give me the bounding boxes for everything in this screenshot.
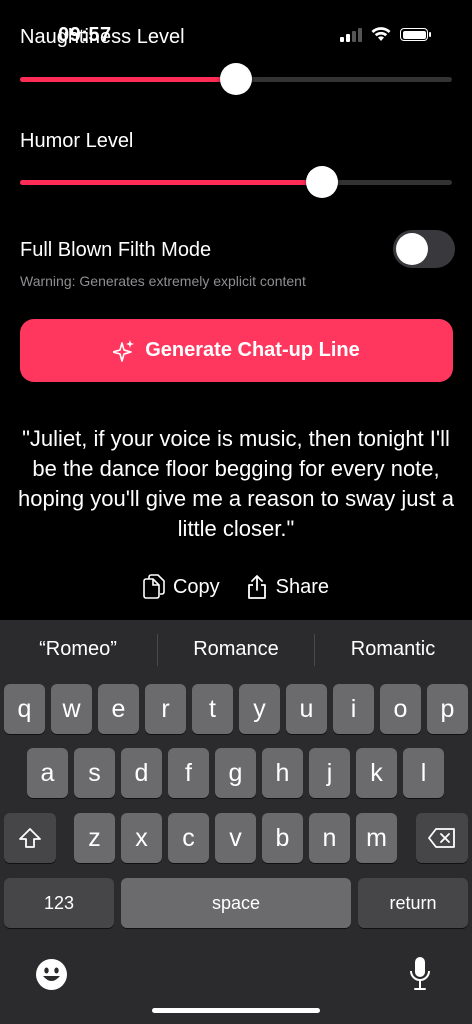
emoji-icon[interactable] bbox=[35, 958, 68, 991]
microphone-icon[interactable] bbox=[408, 956, 432, 992]
humor-slider[interactable] bbox=[20, 166, 452, 198]
key-s[interactable]: s bbox=[74, 748, 115, 798]
space-key[interactable]: space bbox=[121, 878, 351, 928]
filth-mode-warning: Warning: Generates extremely explicit co… bbox=[20, 273, 306, 289]
key-i[interactable]: i bbox=[333, 684, 374, 734]
share-button[interactable]: Share bbox=[246, 574, 329, 600]
wifi-icon bbox=[371, 27, 391, 41]
key-c[interactable]: c bbox=[168, 813, 209, 863]
key-z[interactable]: z bbox=[74, 813, 115, 863]
generate-button[interactable]: Generate Chat-up Line bbox=[20, 319, 453, 382]
filth-mode-label: Full Blown Filth Mode bbox=[20, 239, 212, 261]
battery-icon bbox=[400, 28, 431, 41]
home-indicator bbox=[152, 1008, 320, 1013]
key-y[interactable]: y bbox=[239, 684, 280, 734]
key-o[interactable]: o bbox=[380, 684, 421, 734]
key-u[interactable]: u bbox=[286, 684, 327, 734]
filth-mode-toggle[interactable] bbox=[393, 230, 455, 268]
humor-label: Humor Level bbox=[20, 130, 134, 152]
shift-key[interactable] bbox=[4, 813, 56, 863]
delete-key[interactable] bbox=[416, 813, 468, 863]
sparkles-icon bbox=[113, 339, 135, 362]
return-key[interactable]: return bbox=[358, 878, 468, 928]
suggestion-2[interactable]: Romance bbox=[158, 638, 314, 661]
suggestion-3[interactable]: Romantic bbox=[315, 638, 471, 661]
key-e[interactable]: e bbox=[98, 684, 139, 734]
naughtiness-slider[interactable] bbox=[20, 63, 452, 95]
key-t[interactable]: t bbox=[192, 684, 233, 734]
share-label: Share bbox=[275, 575, 330, 598]
key-a[interactable]: a bbox=[27, 748, 68, 798]
copy-button[interactable]: Copy bbox=[143, 574, 220, 600]
key-d[interactable]: d bbox=[121, 748, 162, 798]
key-l[interactable]: l bbox=[403, 748, 444, 798]
suggestion-1[interactable]: “Romeo” bbox=[0, 638, 156, 661]
key-p[interactable]: p bbox=[427, 684, 468, 734]
key-w[interactable]: w bbox=[51, 684, 92, 734]
shift-icon bbox=[19, 828, 41, 848]
key-m[interactable]: m bbox=[356, 813, 397, 863]
key-g[interactable]: g bbox=[215, 748, 256, 798]
humor-slider-thumb[interactable] bbox=[306, 166, 339, 198]
key-b[interactable]: b bbox=[262, 813, 303, 863]
key-n[interactable]: n bbox=[309, 813, 350, 863]
key-r[interactable]: r bbox=[145, 684, 186, 734]
key-f[interactable]: f bbox=[168, 748, 209, 798]
copy-icon bbox=[143, 574, 165, 599]
key-q[interactable]: q bbox=[4, 684, 45, 734]
delete-icon bbox=[428, 828, 455, 848]
cellular-signal-icon bbox=[340, 28, 364, 42]
numbers-key[interactable]: 123 bbox=[4, 878, 114, 928]
naughtiness-label: Naughtiness Level bbox=[20, 26, 185, 48]
key-h[interactable]: h bbox=[262, 748, 303, 798]
key-v[interactable]: v bbox=[215, 813, 256, 863]
key-j[interactable]: j bbox=[309, 748, 350, 798]
key-x[interactable]: x bbox=[121, 813, 162, 863]
generate-button-label: Generate Chat-up Line bbox=[145, 339, 360, 361]
naughtiness-slider-thumb[interactable] bbox=[220, 63, 252, 95]
key-k[interactable]: k bbox=[356, 748, 397, 798]
generated-line: "Juliet, if your voice is music, then to… bbox=[18, 426, 454, 541]
share-icon bbox=[247, 575, 266, 599]
copy-label: Copy bbox=[172, 575, 220, 598]
